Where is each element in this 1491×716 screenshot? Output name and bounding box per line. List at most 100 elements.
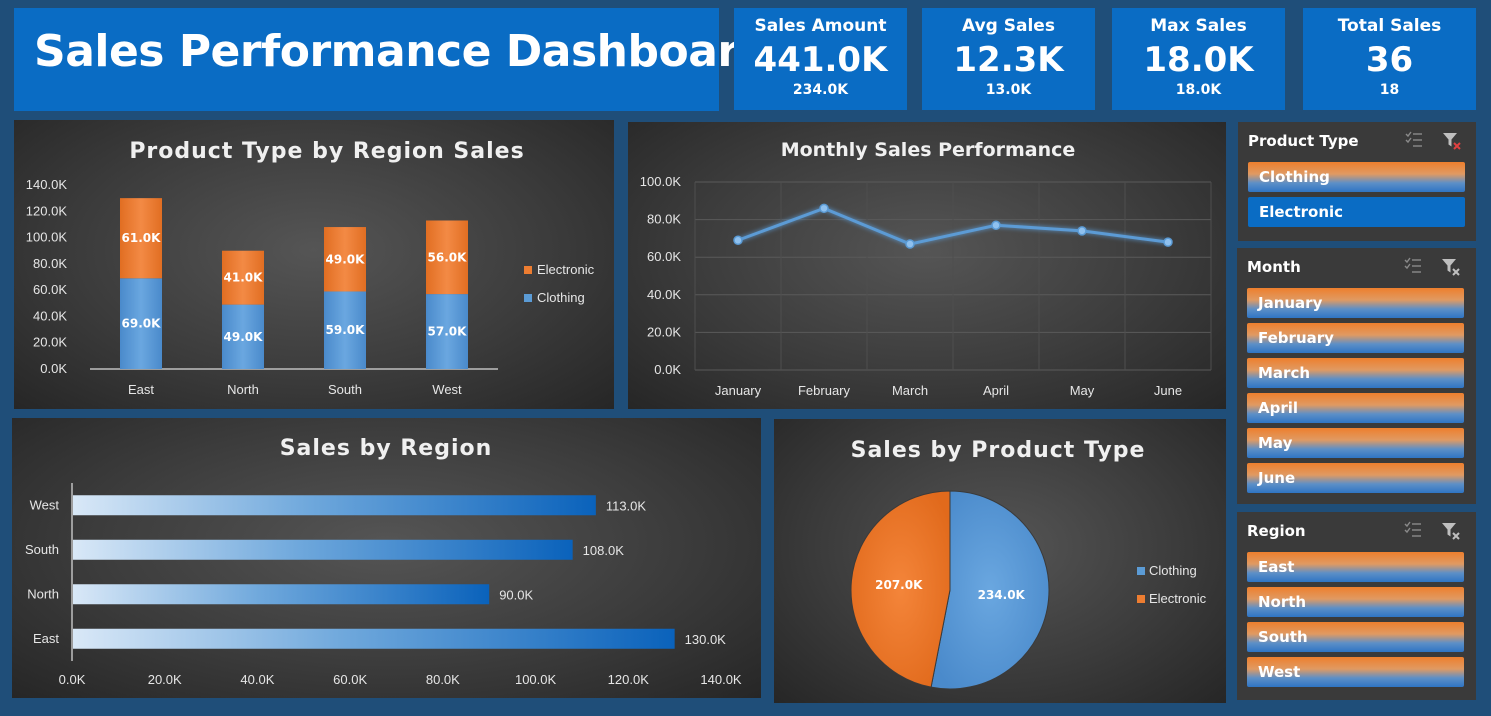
x-tick-label: 0.0K bbox=[59, 672, 86, 687]
data-label: 108.0K bbox=[583, 543, 625, 558]
slicer-item-west[interactable]: West bbox=[1247, 657, 1464, 687]
clear-filter-icon[interactable] bbox=[1440, 256, 1462, 278]
chart-title: Sales by Product Type bbox=[851, 438, 1146, 463]
chart-title: Monthly Sales Performance bbox=[781, 139, 1076, 161]
slicer-product-type: Product Type Clothing Electronic bbox=[1238, 122, 1476, 241]
data-label: 41.0K bbox=[224, 271, 264, 285]
y-tick-label: 80.0K bbox=[647, 212, 681, 227]
y-tick-label: 140.0K bbox=[26, 177, 68, 192]
y-tick-label: North bbox=[27, 586, 59, 601]
y-tick-label: West bbox=[30, 497, 60, 512]
pie-chart-panel: Sales by Product Type 234.0K 207.0K Clothin… bbox=[774, 419, 1226, 703]
x-tick-label: March bbox=[892, 383, 928, 398]
legend-label: Electronic bbox=[537, 262, 595, 277]
data-label: 56.0K bbox=[428, 250, 468, 264]
kpi-value: 12.3K bbox=[953, 40, 1064, 80]
x-tick-label: 120.0K bbox=[608, 672, 650, 687]
y-tick-label: 0.0K bbox=[40, 361, 67, 376]
slicer-item-electronic[interactable]: Electronic bbox=[1248, 197, 1465, 227]
x-tick-label: 140.0K bbox=[700, 672, 742, 687]
data-label: 69.0K bbox=[122, 317, 162, 331]
line-point-january bbox=[733, 235, 743, 246]
kpi-card-max-sales: Max Sales 18.0K 18.0K bbox=[1112, 8, 1285, 110]
line-chart-panel: Monthly Sales Performance 0.0K 20.0K 40.0K 6… bbox=[628, 122, 1226, 409]
kpi-subvalue: 234.0K bbox=[792, 82, 849, 98]
kpi-value: 18.0K bbox=[1143, 40, 1254, 80]
multi-select-icon[interactable] bbox=[1403, 520, 1423, 540]
slicer-region: Region East North South West bbox=[1237, 512, 1476, 700]
x-tick-label: February bbox=[798, 383, 851, 398]
legend-label: Clothing bbox=[1149, 563, 1197, 578]
line-point-march bbox=[905, 239, 915, 249]
multi-select-icon[interactable] bbox=[1403, 256, 1423, 276]
bar-west bbox=[73, 495, 596, 516]
y-tick-label: 60.0K bbox=[33, 282, 67, 297]
legend-swatch bbox=[524, 294, 532, 302]
kpi-subvalue: 18 bbox=[1379, 82, 1400, 98]
clear-filter-icon[interactable] bbox=[1440, 520, 1462, 542]
x-tick-label: West bbox=[432, 382, 462, 397]
pie-chart: Sales by Product Type 234.0K 207.0K Clothin… bbox=[850, 438, 1207, 690]
slicer-month: Month January February March April May J… bbox=[1237, 248, 1476, 504]
slicer-item-february[interactable]: February bbox=[1247, 323, 1464, 353]
clear-filter-icon[interactable] bbox=[1441, 130, 1463, 152]
x-tick-label: 100.0K bbox=[515, 672, 557, 687]
y-tick-label: 60.0K bbox=[647, 249, 681, 264]
x-tick-label: June bbox=[1154, 383, 1182, 398]
page-title: Sales Performance Dashboard bbox=[34, 26, 770, 77]
dashboard-title-banner: Sales Performance Dashboard bbox=[14, 8, 770, 111]
slicer-item-may[interactable]: May bbox=[1247, 428, 1464, 458]
data-label: 113.0K bbox=[606, 498, 647, 513]
data-label: 49.0K bbox=[326, 252, 366, 266]
horizontal-bar-chart-panel: Sales by Region West 113.0K South 108.0K Nort… bbox=[12, 418, 761, 698]
data-label: 130.0K bbox=[685, 632, 727, 647]
slicer-item-south[interactable]: South bbox=[1247, 622, 1464, 652]
y-tick-label: 20.0K bbox=[33, 335, 67, 350]
y-tick-label: 20.0K bbox=[647, 324, 681, 339]
line-point-april bbox=[991, 220, 1001, 230]
data-label: 59.0K bbox=[326, 323, 366, 337]
x-tick-label: April bbox=[983, 383, 1009, 398]
stacked-bar-chart: Product Type by Region Sales 0.0K 20.0K 40.… bbox=[26, 139, 595, 397]
chart-title: Sales by Region bbox=[280, 436, 493, 461]
slicer-item-january[interactable]: January bbox=[1247, 288, 1464, 318]
legend-swatch bbox=[524, 266, 532, 274]
y-tick-label: 120.0K bbox=[26, 203, 68, 218]
horizontal-bar-chart: Sales by Region West 113.0K South 108.0K Nort… bbox=[25, 436, 742, 687]
y-tick-label: 100.0K bbox=[26, 230, 68, 245]
kpi-value: 441.0K bbox=[753, 40, 888, 80]
y-tick-label: 100.0K bbox=[640, 174, 682, 189]
slicer-item-clothing[interactable]: Clothing bbox=[1248, 162, 1465, 192]
slicer-item-april[interactable]: April bbox=[1247, 393, 1464, 423]
bar-east bbox=[73, 628, 675, 649]
slicer-item-march[interactable]: March bbox=[1247, 358, 1464, 388]
line-point-june bbox=[1163, 237, 1173, 247]
kpi-card-sales-amount: Sales Amount 441.0K 234.0K bbox=[734, 8, 907, 110]
y-tick-label: 40.0K bbox=[647, 287, 681, 302]
bar-south bbox=[73, 539, 573, 560]
data-label: 49.0K bbox=[224, 330, 264, 344]
x-tick-label: January bbox=[715, 383, 762, 398]
slicer-title: Product Type bbox=[1248, 132, 1359, 150]
slicer-title: Region bbox=[1247, 522, 1306, 540]
kpi-label: Max Sales bbox=[1150, 16, 1247, 36]
data-label: 234.0K bbox=[978, 588, 1026, 602]
legend-label: Clothing bbox=[537, 290, 585, 305]
y-tick-label: 40.0K bbox=[33, 308, 67, 323]
legend-label: Electronic bbox=[1149, 591, 1207, 606]
kpi-card-avg-sales: Avg Sales 12.3K 13.0K bbox=[922, 8, 1095, 110]
chart-title: Product Type by Region Sales bbox=[129, 139, 524, 164]
kpi-subvalue: 18.0K bbox=[1175, 82, 1222, 98]
line-chart: Monthly Sales Performance 0.0K 20.0K 40.0K 6… bbox=[640, 139, 1212, 398]
kpi-label: Avg Sales bbox=[962, 16, 1055, 36]
x-tick-label: 20.0K bbox=[148, 672, 182, 687]
slicer-item-north[interactable]: North bbox=[1247, 587, 1464, 617]
slicer-item-east[interactable]: East bbox=[1247, 552, 1464, 582]
y-tick-label: 0.0K bbox=[654, 362, 681, 377]
slicer-item-june[interactable]: June bbox=[1247, 463, 1464, 493]
multi-select-icon[interactable] bbox=[1404, 130, 1424, 150]
kpi-value: 36 bbox=[1365, 40, 1414, 80]
slicer-title: Month bbox=[1247, 258, 1301, 276]
y-tick-label: South bbox=[25, 542, 59, 557]
legend-swatch bbox=[1137, 567, 1145, 575]
